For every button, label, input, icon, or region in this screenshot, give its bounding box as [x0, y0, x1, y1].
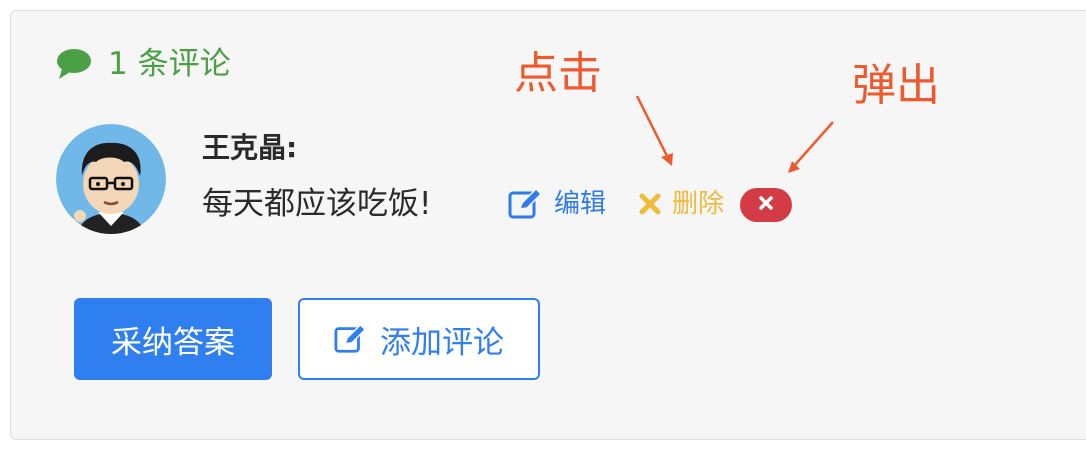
annotation-click: 点击	[514, 48, 602, 99]
comment-bubble-icon	[56, 48, 92, 80]
edit-icon	[508, 189, 542, 219]
delete-label: 删除	[672, 189, 725, 219]
annotation-popup: 弹出	[852, 60, 940, 111]
confirm-delete-button[interactable]	[740, 188, 792, 222]
page: 1 条评论 王克晶: 每天都应该吃饭! 编辑 删除 点击 弹出 采纳答案 添加评…	[0, 0, 1086, 452]
edit-icon	[334, 324, 366, 354]
add-comment-button[interactable]: 添加评论	[298, 298, 540, 380]
comments-header: 1 条评论	[56, 44, 231, 84]
comment-count: 1 条评论	[108, 46, 231, 82]
add-comment-label: 添加评论	[380, 324, 504, 361]
comment-author: 王克晶:	[202, 131, 298, 164]
x-icon	[638, 192, 662, 216]
close-circle-icon	[758, 195, 774, 215]
avatar[interactable]	[56, 124, 166, 234]
edit-label: 编辑	[554, 189, 607, 219]
edit-comment-link[interactable]: 编辑	[508, 186, 606, 222]
delete-comment-link[interactable]: 删除	[638, 186, 724, 222]
comment-text: 每天都应该吃饭!	[202, 186, 432, 222]
accept-answer-button[interactable]: 采纳答案	[74, 298, 272, 380]
